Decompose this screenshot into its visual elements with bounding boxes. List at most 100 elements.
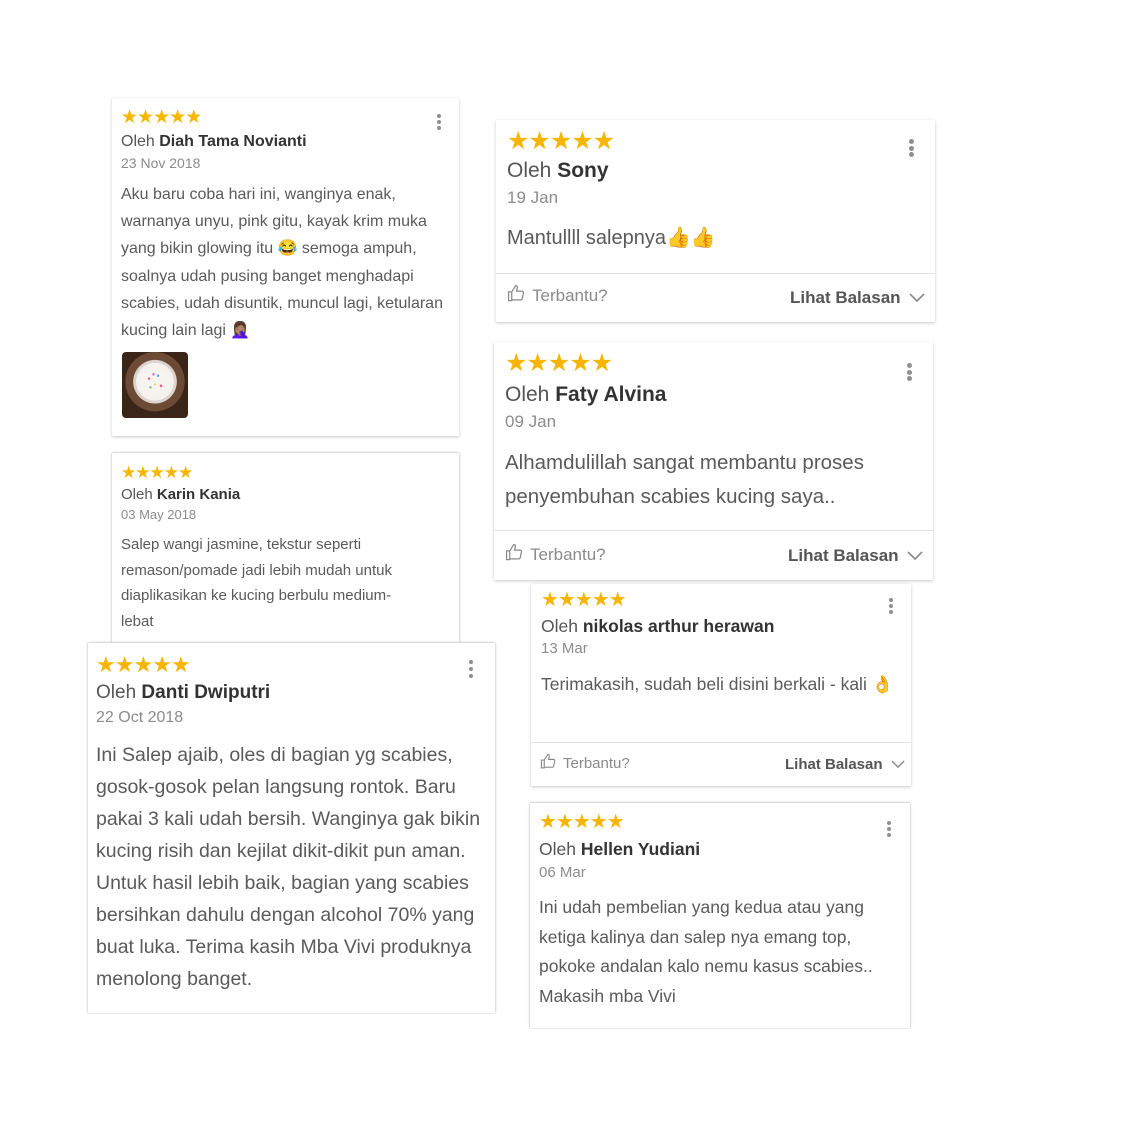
star-icon: ★: [589, 811, 608, 833]
helpful-button[interactable]: Terbantu?: [505, 543, 606, 567]
reviewer-name: nikolas arthur herawan: [582, 616, 775, 636]
star-icon: ★: [185, 107, 202, 128]
rating-stars: ★ ★ ★ ★ ★: [121, 107, 202, 128]
helpful-label: Terbantu?: [532, 286, 608, 305]
review-text: Ini udah pembelian yang kedua atau yang …: [539, 897, 873, 1006]
star-icon: ★: [592, 127, 615, 155]
reviewer-name: Diah Tama Novianti: [159, 133, 307, 150]
review-date: 13 Mar: [541, 640, 588, 657]
review-date: 23 Nov 2018: [121, 155, 201, 171]
star-icon: ★: [178, 463, 193, 482]
reviewer-line: Oleh Danti Dwiputri: [96, 682, 270, 704]
chevron-down-icon: [906, 546, 923, 566]
more-options-icon[interactable]: [886, 821, 892, 837]
see-replies-button[interactable]: Lihat Balasan: [790, 288, 925, 308]
star-icon: ★: [114, 652, 135, 677]
review-date: 22 Oct 2018: [96, 709, 184, 726]
review-text: Salep wangi jasmine, tekstur seperti rem…: [121, 536, 393, 630]
review-photo[interactable]: [122, 352, 188, 418]
by-prefix: Oleh: [505, 383, 550, 406]
by-prefix: Oleh: [96, 682, 137, 703]
reviewer-name: Karin Kania: [156, 486, 241, 503]
see-replies-label: Lihat Balasan: [790, 288, 901, 307]
star-icon: ★: [606, 811, 625, 833]
reviewer-name: Faty Alvina: [555, 383, 667, 406]
helpful-button[interactable]: Terbantu?: [540, 753, 630, 774]
star-icon: ★: [152, 652, 172, 677]
rating-stars: ★ ★ ★ ★ ★: [541, 589, 627, 611]
helpful-label: Terbantu?: [530, 545, 606, 564]
divider: [494, 530, 933, 531]
by-prefix: Oleh: [121, 133, 155, 150]
star-icon: ★: [557, 589, 576, 611]
review-text: Alhamdulillah sangat membantu proses pen…: [505, 451, 864, 508]
see-replies-button[interactable]: Lihat Balasan: [788, 546, 923, 566]
star-icon: ★: [149, 463, 165, 482]
review-date: 06 Mar: [539, 864, 586, 881]
review-text: Mantullll salepnya👍👍: [507, 227, 716, 249]
divider: [496, 273, 935, 274]
thumbs-up-icon: [507, 284, 526, 308]
rating-stars: ★ ★ ★ ★ ★: [505, 349, 613, 377]
star-icon: ★: [121, 463, 136, 482]
review-date: 09 Jan: [505, 412, 557, 431]
review-card: ★ ★ ★ ★ ★ Oleh nikolas arthur herawan 13 Mar…: [531, 584, 911, 786]
see-replies-button[interactable]: Lihat Balasan: [785, 756, 905, 773]
thumbs-up-icon: [540, 753, 557, 774]
more-options-icon[interactable]: [468, 660, 474, 678]
star-icon: ★: [137, 107, 154, 128]
see-replies-label: Lihat Balasan: [785, 756, 883, 773]
star-icon: ★: [574, 589, 593, 611]
reviewer-line: Oleh Faty Alvina: [505, 383, 666, 407]
star-icon: ★: [526, 349, 548, 377]
star-icon: ★: [569, 349, 591, 377]
review-card: ★ ★ ★ ★ ★ Oleh Faty Alvina 09 Jan Alhamdulil…: [494, 342, 933, 580]
reviewer-line: Oleh Karin Kania: [121, 486, 240, 503]
star-icon: ★: [133, 652, 153, 677]
rating-stars: ★ ★ ★ ★ ★: [539, 811, 625, 833]
reviewer-line: Oleh Diah Tama Novianti: [121, 133, 307, 151]
thumbs-up-icon: [505, 543, 524, 567]
divider: [531, 742, 911, 743]
star-icon: ★: [507, 127, 529, 155]
star-icon: ★: [163, 463, 179, 482]
more-options-icon[interactable]: [888, 598, 894, 614]
star-icon: ★: [555, 811, 574, 833]
more-options-icon[interactable]: [436, 114, 442, 130]
more-options-icon[interactable]: [906, 363, 912, 381]
review-text: Ini Salep ajaib, oles di bagian yg scabi…: [96, 744, 481, 990]
star-icon: ★: [135, 463, 150, 482]
review-card: ★ ★ ★ ★ ★ Oleh Sony 19 Jan Mantullll salepny…: [496, 120, 935, 322]
by-prefix: Oleh: [541, 616, 578, 636]
more-options-icon[interactable]: [908, 139, 914, 157]
helpful-label: Terbantu?: [563, 755, 630, 772]
reviewer-name: Sony: [557, 159, 609, 182]
reviewer-name: Hellen Yudiani: [580, 839, 701, 859]
by-prefix: Oleh: [539, 839, 576, 859]
review-card: ★ ★ ★ ★ ★ Oleh Hellen Yudiani 06 Mar Ini uda…: [530, 803, 910, 1028]
star-icon: ★: [505, 349, 527, 377]
reviewer-line: Oleh nikolas arthur herawan: [541, 616, 774, 637]
reviewer-line: Oleh Sony: [507, 159, 609, 183]
star-icon: ★: [549, 127, 572, 155]
star-icon: ★: [547, 349, 570, 377]
star-icon: ★: [170, 652, 191, 677]
star-icon: ★: [528, 127, 550, 155]
star-icon: ★: [121, 107, 138, 128]
review-text: Terimakasih, sudah beli disini berkali -…: [541, 674, 894, 694]
reviewer-name: Danti Dwiputri: [141, 682, 271, 703]
chevron-down-icon: [908, 288, 925, 308]
by-prefix: Oleh: [507, 159, 552, 182]
star-icon: ★: [169, 107, 186, 128]
star-icon: ★: [96, 652, 116, 677]
review-card: ★ ★ ★ ★ ★ Oleh Diah Tama Novianti 23 Nov 201…: [112, 98, 459, 436]
review-text: Aku baru coba hari ini, wanginya enak, w…: [121, 186, 443, 340]
star-icon: ★: [608, 589, 627, 611]
review-card: ★ ★ ★ ★ ★ Oleh Karin Kania 03 May 2018 Salep…: [112, 453, 459, 643]
star-icon: ★: [539, 811, 557, 833]
reviewer-line: Oleh Hellen Yudiani: [539, 839, 700, 860]
star-icon: ★: [541, 589, 559, 611]
review-date: 03 May 2018: [121, 507, 197, 522]
star-icon: ★: [571, 127, 593, 155]
helpful-button[interactable]: Terbantu?: [507, 284, 608, 308]
